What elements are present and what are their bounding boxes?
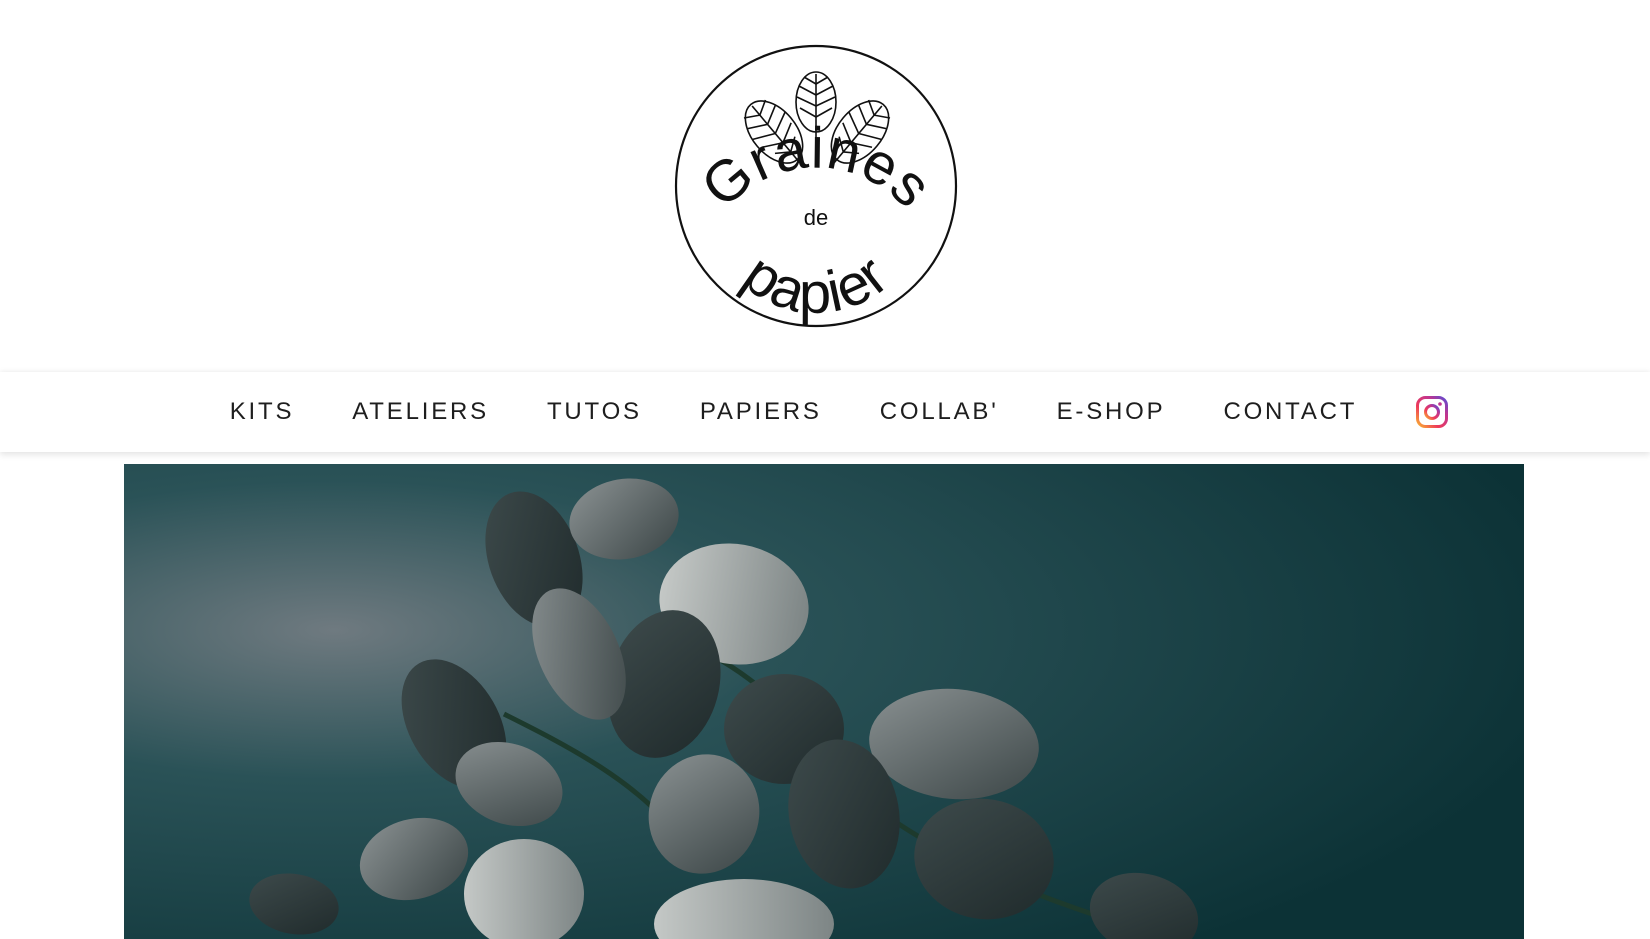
hero-image (124, 464, 1524, 939)
nav-list: KITS ATELIERS TUTOS PAPIERS COLLAB' E-SH… (0, 372, 1650, 452)
site-logo[interactable]: Graines de papier (670, 40, 962, 332)
nav-item-contact[interactable]: CONTACT (1223, 398, 1357, 426)
nav-item-tutos[interactable]: TUTOS (547, 398, 642, 426)
nav-item-collab[interactable]: COLLAB' (880, 398, 999, 426)
nav-item-ateliers[interactable]: ATELIERS (352, 398, 489, 426)
nav-item-papiers[interactable]: PAPIERS (700, 398, 822, 426)
nav-item-eshop[interactable]: E-SHOP (1057, 398, 1166, 426)
instagram-icon[interactable] (1415, 395, 1449, 429)
main-navigation: KITS ATELIERS TUTOS PAPIERS COLLAB' E-SH… (0, 372, 1650, 452)
logo-text-line2: de (804, 205, 828, 230)
site-header: Graines de papier (0, 0, 1650, 372)
page: Graines de papier KITS ATELIERS TUTOS PA… (0, 0, 1650, 939)
hero-photo-eucalyptus (124, 464, 1524, 939)
nav-item-kits[interactable]: KITS (230, 398, 295, 426)
